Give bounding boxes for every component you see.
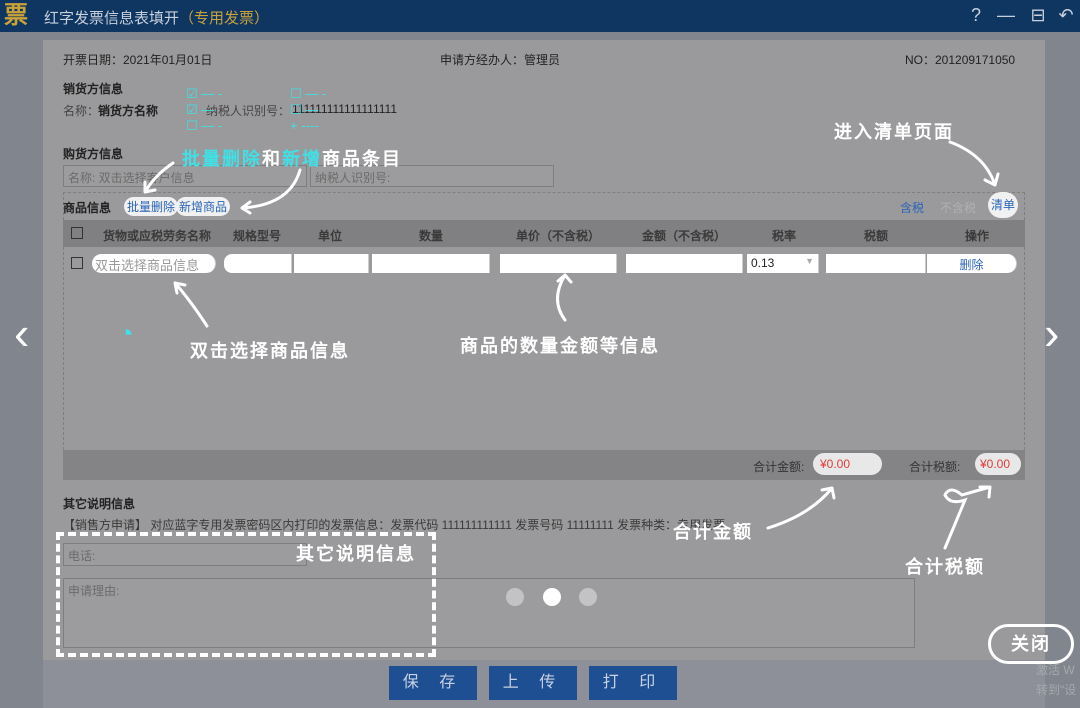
- arrow-add-item: [240, 168, 302, 215]
- arrow-qty: [556, 273, 573, 322]
- arrow-total-tax: [943, 485, 992, 550]
- arrow-batch-delete: [143, 161, 175, 194]
- annotation-arrows: [143, 140, 1000, 550]
- arrow-list: [948, 140, 1000, 187]
- arrow-total-amount: [766, 486, 836, 530]
- arrow-select: [173, 281, 209, 328]
